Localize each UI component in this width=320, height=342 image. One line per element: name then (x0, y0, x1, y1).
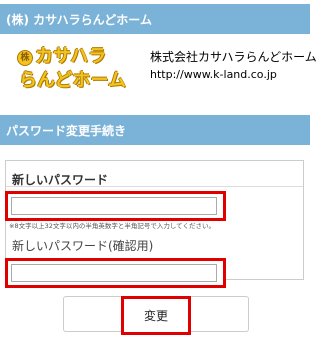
password-change-page: (株) カサハラらんどホーム 株カサハラ らんどホーム 株式会社カサハラらんどホ… (0, 0, 317, 342)
company-logo: 株カサハラ らんどホーム (17, 42, 147, 102)
new-password-highlight (5, 191, 226, 221)
confirm-password-input[interactable] (11, 264, 217, 282)
section-header-bar: パスワード変更手続き (0, 115, 310, 145)
divider (6, 186, 303, 187)
change-button[interactable]: 変更 (121, 296, 191, 335)
new-password-input[interactable] (11, 197, 217, 215)
company-name: 株式会社カサハラらんどホーム (150, 50, 317, 64)
section-title: パスワード変更手続き (6, 123, 127, 138)
logo-line2-text: らんどホーム (19, 70, 126, 91)
company-logo-block: 株カサハラ らんどホーム 株式会社カサハラらんどホーム http://www.k… (0, 34, 317, 115)
company-url: http://www.k-land.co.jp (150, 68, 277, 81)
logo-circle-mark: 株 (17, 50, 33, 66)
confirm-password-label: 新しいパスワード(確認用) (12, 239, 154, 253)
site-header-title: (株) カサハラらんどホーム (6, 12, 152, 27)
site-header-bar: (株) カサハラらんどホーム (0, 4, 310, 34)
password-rule-note: ※8文字以上32文字以内の半角英数字と半角記号で入力してください。 (9, 222, 215, 230)
logo-line1-text: カサハラ (35, 46, 107, 67)
change-button-label: 変更 (143, 309, 168, 323)
confirm-password-highlight (5, 258, 226, 288)
